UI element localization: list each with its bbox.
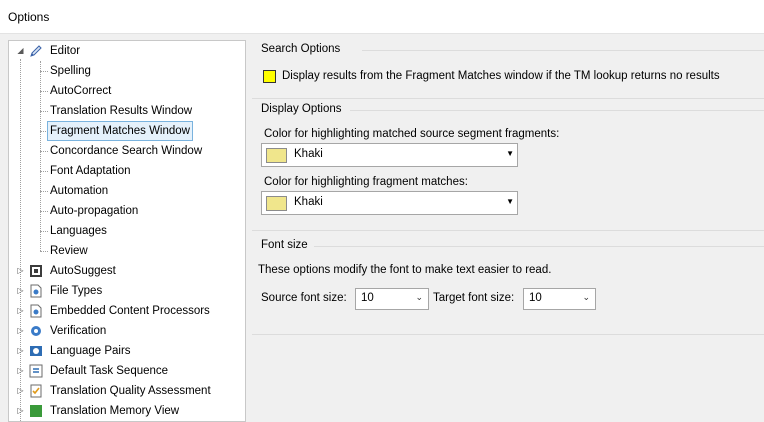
tree-connector (40, 71, 48, 72)
expand-icon[interactable]: ▷ (16, 401, 25, 421)
dropdown-arrow-icon[interactable]: ▼ (506, 197, 514, 206)
source-font-size-value: 10 (361, 292, 374, 304)
title-bar: Options (0, 0, 764, 34)
source-color-label: Color for highlighting matched source se… (264, 128, 560, 140)
group-bottom-line (252, 98, 764, 99)
tree-item-label: AutoCorrect (50, 85, 112, 97)
tree-connector (40, 191, 48, 192)
fragment-fallback-checkbox[interactable] (263, 70, 276, 83)
expand-icon[interactable]: ▷ (16, 301, 25, 321)
khaki-swatch (266, 196, 287, 211)
tree-item-label: Default Task Sequence (50, 365, 169, 377)
tree-item-label: Translation Results Window (50, 105, 193, 117)
fragment-color-label: Color for highlighting fragment matches: (264, 176, 468, 188)
source-font-size-label: Source font size: (261, 292, 347, 304)
search-options-group: Search Options Display results from the … (252, 43, 764, 99)
group-title: Search Options (261, 43, 347, 55)
task-sequence-icon (29, 364, 43, 378)
tree-guide-editor (40, 61, 41, 251)
tree-connector (40, 251, 48, 252)
dropdown-arrow-icon[interactable]: ▼ (506, 149, 514, 158)
tree-connector (40, 231, 48, 232)
options-tree[interactable]: ◢ Editor Spelling AutoCorrect Translatio… (8, 40, 246, 422)
tree-connector (40, 211, 48, 212)
target-font-size-select[interactable]: 10 ⌄ (523, 288, 596, 310)
language-pairs-icon (30, 346, 42, 356)
fragment-color-dropdown[interactable]: Khaki ▼ (261, 191, 518, 215)
file-gear-icon (30, 304, 42, 318)
tree-item-label: Automation (50, 185, 109, 197)
tree-connector (40, 111, 48, 112)
font-size-description: These options modify the font to make te… (258, 264, 552, 276)
font-size-group: Font size These options modify the font … (252, 239, 764, 335)
tree-connector (40, 151, 48, 152)
group-title: Font size (261, 239, 314, 251)
chevron-down-icon[interactable]: ⌄ (582, 292, 590, 303)
pencil-icon (30, 45, 42, 57)
fragment-fallback-label: Display results from the Fragment Matche… (282, 70, 720, 82)
display-options-group: Display Options Color for highlighting m… (252, 103, 764, 231)
tree-item-label-selected: Fragment Matches Window (47, 121, 193, 141)
expand-icon[interactable]: ▷ (16, 381, 25, 401)
tree-item-label: AutoSuggest (50, 265, 116, 277)
tree-item-label: Font Adaptation (50, 165, 131, 177)
group-bottom-line (252, 334, 764, 335)
tree-item-label: Editor (50, 45, 81, 57)
group-divider (350, 110, 764, 111)
expand-icon[interactable]: ▷ (16, 341, 25, 361)
group-bottom-line (252, 230, 764, 231)
expand-icon[interactable]: ▷ (16, 281, 25, 301)
tree-item-label: Translation Memory View (50, 405, 180, 417)
tree-connector (40, 171, 48, 172)
tree-item-label: Embedded Content Processors (50, 305, 210, 317)
autosuggest-icon (30, 265, 42, 277)
translation-memory-icon (30, 405, 42, 417)
source-color-value: Khaki (294, 148, 323, 160)
source-color-dropdown[interactable]: Khaki ▼ (261, 143, 518, 167)
tree-connector (40, 91, 48, 92)
target-font-size-label: Target font size: (433, 292, 515, 304)
source-font-size-select[interactable]: 10 ⌄ (355, 288, 429, 310)
group-divider (314, 246, 764, 247)
expand-icon[interactable]: ▷ (16, 321, 25, 341)
quality-assessment-icon (30, 384, 42, 398)
collapse-icon[interactable]: ◢ (16, 41, 25, 61)
tree-item-label: Verification (50, 325, 107, 337)
file-gear-icon (30, 284, 42, 298)
tree-item-label: File Types (50, 285, 103, 297)
tree-item-label: Auto-propagation (50, 205, 139, 217)
group-divider (362, 50, 764, 51)
chevron-down-icon[interactable]: ⌄ (415, 292, 423, 303)
target-font-size-value: 10 (529, 292, 542, 304)
tree-item-label: Review (50, 245, 88, 257)
expand-icon[interactable]: ▷ (16, 361, 25, 381)
tree-item-label: Concordance Search Window (50, 145, 203, 157)
expand-icon[interactable]: ▷ (16, 261, 25, 281)
tree-item-label: Translation Quality Assessment (50, 385, 211, 397)
tree-item-label: Spelling (50, 65, 91, 77)
window-title: Options (8, 10, 50, 24)
verification-gear-icon (31, 326, 41, 336)
fragment-color-value: Khaki (294, 196, 323, 208)
khaki-swatch (266, 148, 287, 163)
group-title: Display Options (261, 103, 348, 115)
tree-item-label: Language Pairs (50, 345, 131, 357)
tree-item-label: Languages (50, 225, 107, 237)
